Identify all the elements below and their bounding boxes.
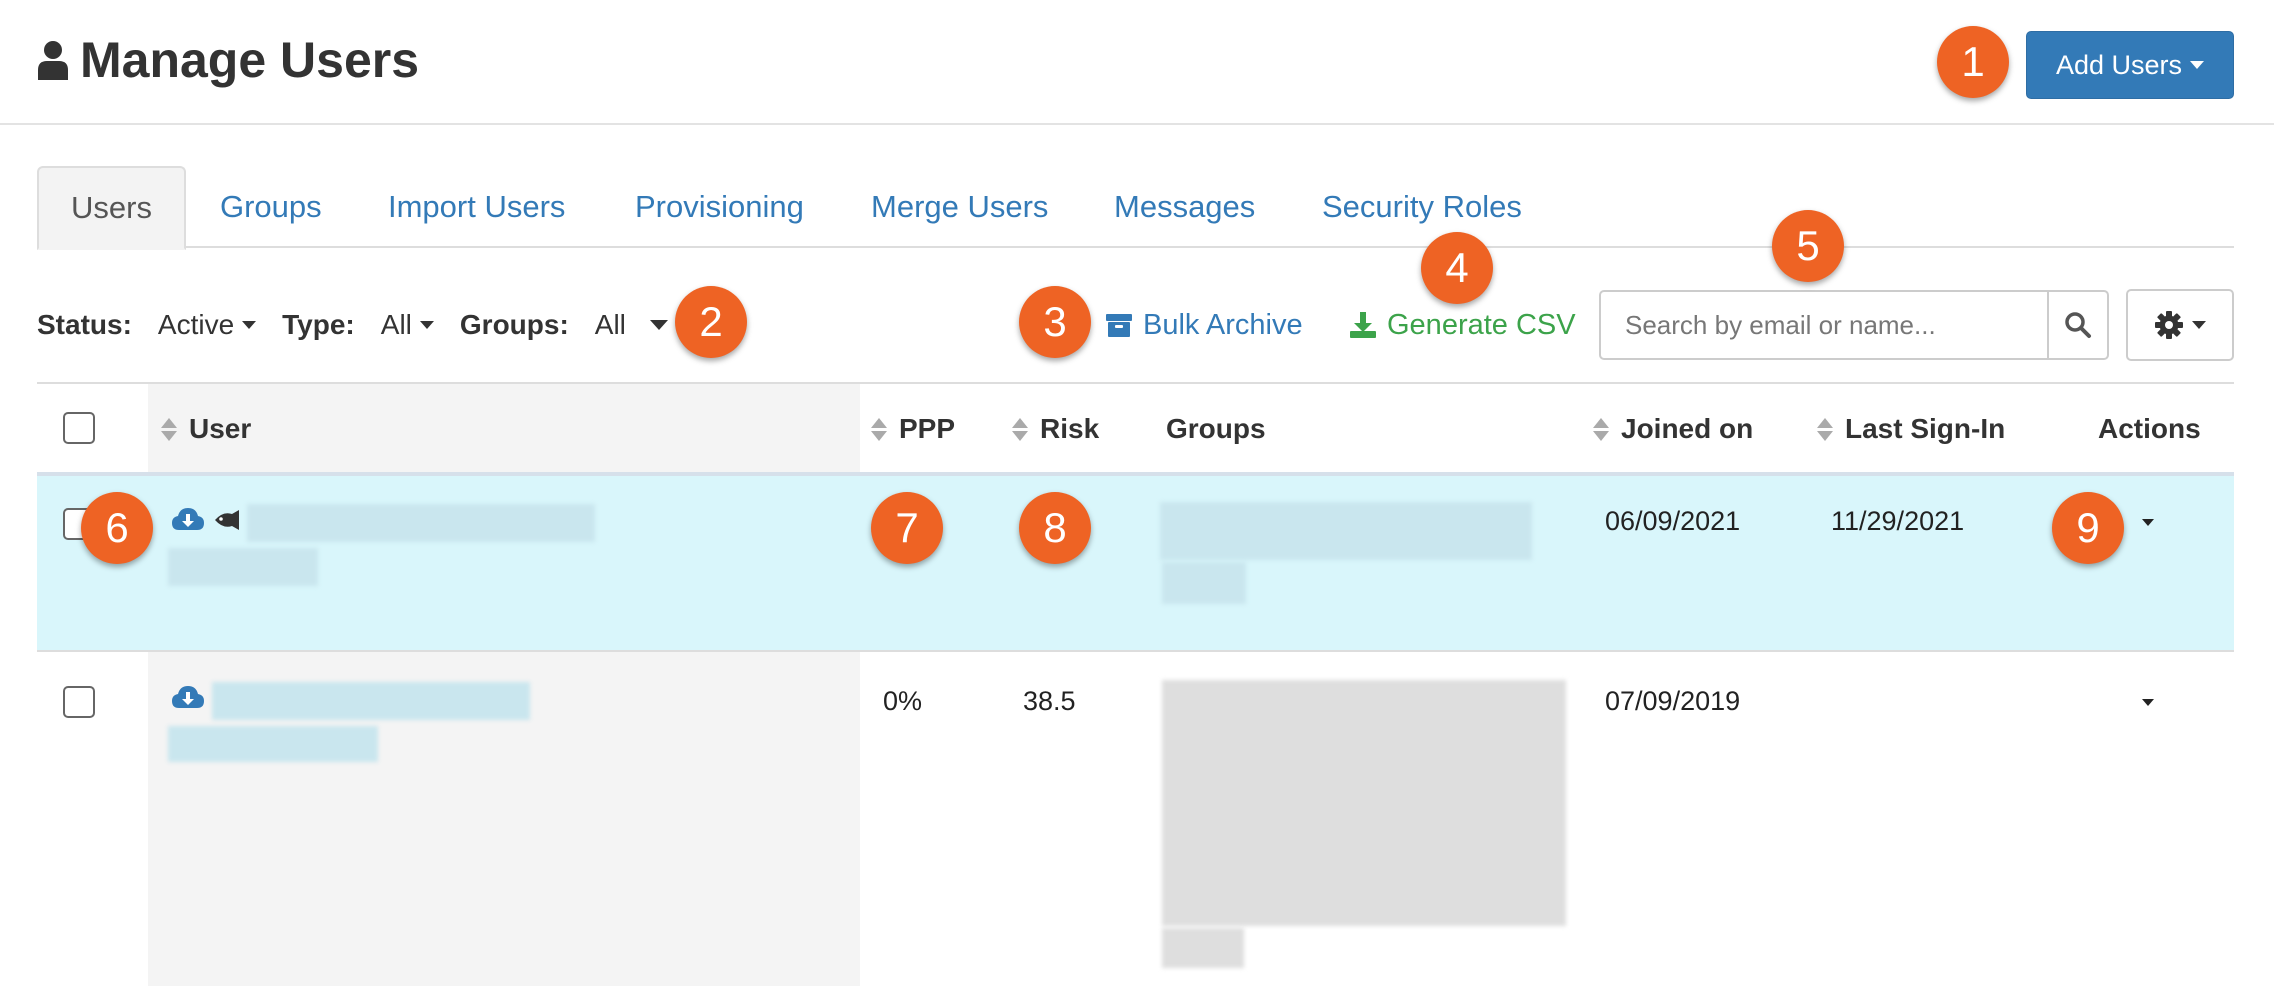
column-header-joined-on[interactable]: Joined on: [1593, 384, 1753, 474]
chevron-down-icon: [649, 320, 668, 330]
tab-groups[interactable]: Groups: [220, 166, 322, 248]
chevron-down-icon: [242, 321, 257, 329]
groups-filter-value: All: [594, 309, 626, 340]
type-filter-dropdown[interactable]: All: [381, 309, 434, 341]
tab-provisioning[interactable]: Provisioning: [635, 166, 804, 248]
tab-messages[interactable]: Messages: [1114, 166, 1255, 248]
user-icon: [38, 41, 68, 80]
annotation-badge: 3: [1019, 286, 1091, 358]
column-header-ppp-label: PPP: [899, 413, 956, 444]
annotation-badge: 9: [2052, 492, 2124, 564]
tab-users[interactable]: Users: [37, 166, 186, 250]
search-input[interactable]: [1599, 290, 2050, 360]
add-users-button[interactable]: Add Users: [2026, 31, 2234, 99]
chevron-down-icon: [2192, 321, 2206, 329]
row-select-checkbox[interactable]: [63, 686, 95, 718]
annotation-badge: 5: [1772, 210, 1844, 282]
fish-icon: [215, 510, 239, 530]
download-icon: [1350, 312, 1376, 338]
groups-redacted: [1162, 928, 1244, 968]
search-icon: [2065, 312, 2092, 338]
status-filter-value: Active: [157, 309, 235, 340]
add-users-label: Add Users: [2055, 49, 2183, 80]
annotation-badge: 6: [81, 492, 153, 564]
user-email-redacted: [168, 726, 378, 762]
column-header-joined-on-label: Joined on: [1621, 413, 1754, 444]
tab-security-roles[interactable]: Security Roles: [1322, 166, 1522, 248]
sort-icon: [1012, 417, 1028, 441]
status-filter-dropdown[interactable]: Active: [157, 309, 257, 341]
groups-filter-dropdown[interactable]: All: [595, 309, 668, 341]
ppp-cell: 0%: [883, 686, 923, 716]
column-header-risk-label: Risk: [1040, 413, 1100, 444]
sort-icon: [161, 417, 177, 441]
sort-icon: [1817, 417, 1833, 441]
select-all-checkbox[interactable]: [63, 412, 95, 444]
row-actions-dropdown[interactable]: [2142, 519, 2154, 526]
search-group: [1599, 290, 2109, 360]
annotation-badge: 4: [1421, 232, 1493, 304]
column-header-actions: Actions: [2098, 413, 2201, 444]
groups-redacted: [1160, 502, 1532, 560]
type-filter-label: Type:: [282, 309, 355, 340]
joined-on-cell: 06/09/2021: [1605, 506, 1741, 536]
user-name-redacted: [247, 504, 595, 542]
user-name-redacted: [212, 682, 530, 720]
column-header-user[interactable]: User: [161, 384, 251, 474]
user-email-redacted: [168, 548, 318, 586]
page-title-text: Manage Users: [80, 32, 420, 88]
tab-merge-users[interactable]: Merge Users: [871, 166, 1048, 248]
cloud-download-icon: [172, 686, 204, 708]
last-sign-in-cell: 11/29/2021: [1831, 506, 1965, 536]
cloud-download-icon: [172, 508, 204, 530]
archive-box-icon: [1106, 314, 1132, 337]
column-header-ppp[interactable]: PPP: [871, 384, 955, 474]
annotation-badge: 8: [1019, 492, 1091, 564]
settings-dropdown-button[interactable]: [2126, 289, 2234, 361]
generate-csv-label: Generate CSV: [1387, 308, 1576, 341]
bulk-archive-label: Bulk Archive: [1143, 308, 1303, 341]
joined-on-cell: 07/09/2019: [1605, 686, 1741, 716]
generate-csv-button[interactable]: Generate CSV: [1349, 298, 1576, 352]
groups-redacted: [1162, 562, 1246, 604]
column-header-last-sign-in-label: Last Sign-In: [1845, 413, 2006, 444]
chevron-down-icon: [419, 321, 434, 329]
table-row: 06/09/2021 11/29/2021: [37, 476, 2234, 652]
page-header: Manage Users Add Users: [0, 0, 2274, 125]
status-filter-label: Status:: [37, 309, 132, 340]
gear-icon: [2155, 311, 2183, 339]
annotation-badge: 7: [871, 492, 943, 564]
column-header-groups: Groups: [1166, 413, 1266, 444]
annotation-badge: 1: [1937, 26, 2009, 98]
table-row: 0% 38.5 07/09/2019: [37, 654, 2234, 986]
bulk-archive-button[interactable]: Bulk Archive: [1105, 298, 1303, 352]
chevron-down-icon: [2190, 61, 2205, 69]
annotation-badge: 2: [675, 286, 747, 358]
sort-icon: [1593, 417, 1609, 441]
groups-redacted: [1162, 680, 1566, 926]
type-filter-value: All: [380, 309, 412, 340]
table-header: User PPP Risk Groups Joined on Last Sign…: [37, 382, 2234, 476]
tab-import-users[interactable]: Import Users: [388, 166, 565, 248]
risk-cell: 38.5: [1023, 686, 1076, 716]
column-header-user-label: User: [189, 413, 252, 444]
filter-bar: Status: Active Type: All Groups: All: [37, 295, 694, 355]
sort-icon: [871, 417, 887, 441]
row-actions-dropdown[interactable]: [2142, 699, 2154, 706]
groups-filter-label: Groups:: [459, 309, 569, 340]
page-title: Manage Users: [36, 28, 419, 92]
column-header-risk[interactable]: Risk: [1012, 384, 1099, 474]
tab-bar: Users Groups Import Users Provisioning M…: [37, 166, 2234, 250]
search-button[interactable]: [2049, 290, 2109, 360]
column-header-last-sign-in[interactable]: Last Sign-In: [1817, 384, 2005, 474]
